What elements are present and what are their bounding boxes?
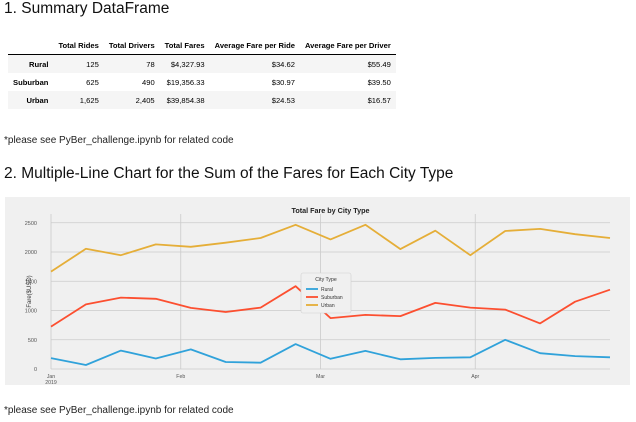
table-cell: 78 [146,59,155,69]
table-cell: $39,854.38 [166,95,205,105]
table-cell: $30.97 [271,77,295,87]
table-row: Rural 125 78 $4,327.93 $34.62 $55.49 [8,54,396,73]
table-cell: 625 [86,77,99,87]
table-cell: 2,405 [135,95,155,105]
x-tick-label: 2019 [45,380,57,385]
table-cell: 125 [86,59,99,69]
table-cell: $16.57 [367,95,391,105]
y-axis-label: Fare($USD) [27,275,33,307]
table-cell: $4,327.93 [170,59,205,69]
y-tick-label: 2000 [25,250,37,256]
table-header-cell: Average Fare per Driver [299,36,396,55]
table-row: Suburban 625 490 $19,356.33 $30.97 $39.5… [8,73,396,91]
y-tick-label: 0 [34,367,37,373]
table-cell: $24.53 [271,95,295,105]
fare-line-chart: 05001000150020002500Jan2019Feb Mar AprTota… [5,197,630,386]
legend-label-rural: Rural [321,287,333,293]
y-tick-label: 500 [28,338,37,344]
y-tick-label: 1000 [25,309,37,315]
related-code-note-2: *please see PyBer_challenge.ipynb for re… [4,405,234,416]
chart-section-heading: 2. Multiple-Line Chart for the Sum of th… [4,165,454,182]
table-cell: 1,625 [79,95,99,105]
x-tick-label: Feb [176,374,185,380]
table-header-cell [8,36,54,55]
table-cell: $19,356.33 [166,77,205,87]
table-cell: $39.50 [367,77,391,87]
summary-heading: 1. Summary DataFrame [4,0,170,17]
table-header-cell: Average Fare per Ride [209,36,300,55]
table-header-cell: Total Rides [53,36,104,55]
table-header-cell: Total Drivers [103,36,160,55]
table-header-row: Total Rides Total Drivers Total Fares Av… [8,36,396,55]
table-row: Urban 1,625 2,405 $39,854.38 $24.53 $16.… [8,91,396,109]
row-index-label: Suburban [13,77,49,87]
table-cell: 490 [142,77,155,87]
legend-title: City Type [315,277,337,283]
fare-line-chart-container: 0 500 1000 1500 2000 2500 Jan 2019 Feb Mar Apr Tota… [5,197,630,386]
table-cell: $55.49 [367,59,391,69]
row-index-label: Rural [29,59,49,69]
y-tick-label: 2500 [25,221,37,227]
summary-dataframe-table: Total Rides Total Drivers Total Fares Av… [8,36,396,109]
legend-label-urban: Urban [321,303,335,309]
table-cell: $34.62 [271,59,295,69]
legend-label-suburban: Suburban [321,295,343,301]
row-index-label: Urban [26,95,49,105]
chart-title: Total Fare by City Type [291,206,369,215]
table-header-cell: Total Fares [159,36,210,55]
x-tick-label: Apr [471,374,479,380]
x-tick-label: Mar [316,374,325,380]
related-code-note: *please see PyBer_challenge.ipynb for re… [4,135,234,146]
